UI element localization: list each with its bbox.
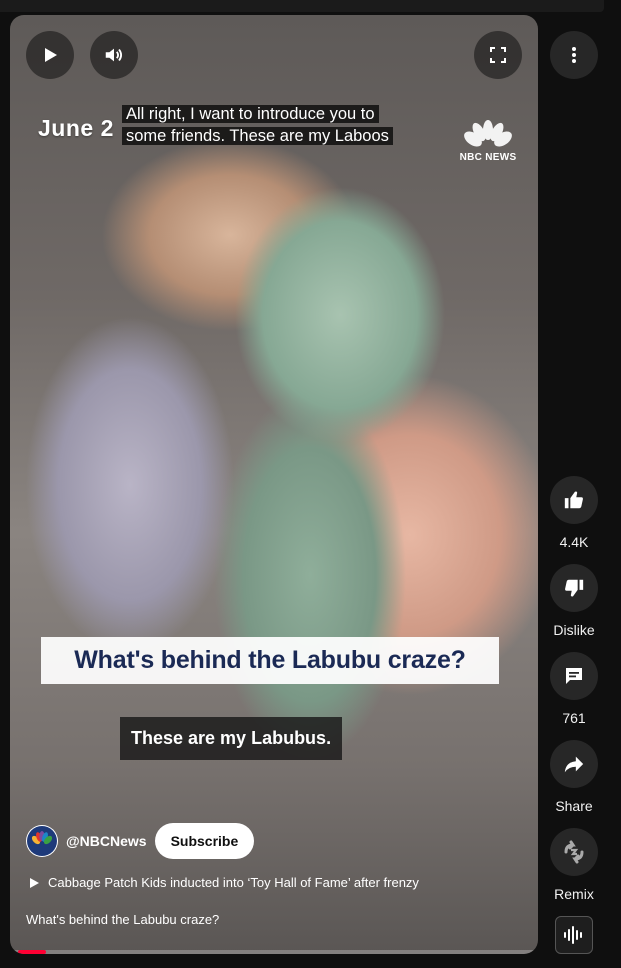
fullscreen-button[interactable] [474,31,522,79]
top-strip [0,0,621,14]
fullscreen-icon [490,47,506,63]
comments-count: 761 [562,710,586,726]
headline-banner: What's behind the Labubu craze? [41,637,499,684]
nbc-avatar-icon [27,826,57,856]
sound-thumbnail-button[interactable] [555,916,593,954]
play-button[interactable] [26,31,74,79]
remix-action: Remix [550,828,598,902]
progress-bar[interactable] [10,950,538,954]
subscribe-button[interactable]: Subscribe [154,823,255,859]
channel-handle[interactable]: @NBCNews [66,833,147,849]
progress-fill [18,950,46,954]
video-player[interactable]: June 2 All right, I want to introduce yo… [10,15,538,954]
caption-line-2: some friends. These are my Laboos [122,127,393,145]
like-count: 4.4K [559,534,589,550]
like-action: 4.4K [550,476,598,550]
audio-wave-icon [564,926,582,944]
thumbs-up-icon [564,491,583,509]
share-arrow-icon [564,756,584,773]
date-overlay: June 2 [38,115,114,141]
channel-row: @NBCNews Subscribe [26,823,255,859]
volume-icon [105,48,123,62]
like-button[interactable] [550,476,598,524]
nbc-news-logo: NBC NEWS [458,119,518,169]
comment-icon [566,668,582,684]
dislike-label: Dislike [553,622,595,638]
share-button[interactable] [550,740,598,788]
more-options-button[interactable] [550,31,598,79]
related-video-link[interactable]: Cabbage Patch Kids inducted into ‘Toy Ha… [26,875,419,890]
play-small-icon [26,877,42,889]
related-video-text: Cabbage Patch Kids inducted into ‘Toy Ha… [48,875,419,890]
caption-top: All right, I want to introduce you to so… [122,103,393,147]
share-label: Share [555,798,593,814]
share-action: Share [550,740,598,814]
play-icon [45,48,57,62]
caption-bottom: These are my Labubus. [120,717,343,760]
comments-button[interactable] [550,652,598,700]
comments-action: 761 [550,652,598,726]
peacock-icon [464,120,512,147]
logo-text: NBC NEWS [459,152,517,163]
video-title: What's behind the Labubu craze? [26,912,220,927]
more-vertical-icon [572,47,576,63]
avatar[interactable] [26,825,58,857]
caption-line-1: All right, I want to introduce you to [122,105,379,123]
top-bar [0,0,604,12]
volume-button[interactable] [90,31,138,79]
remix-label: Remix [554,886,594,902]
dislike-action: Dislike [550,564,598,638]
remix-icon [564,840,584,864]
dislike-button[interactable] [550,564,598,612]
thumbs-down-icon [565,579,584,597]
remix-button[interactable] [550,828,598,876]
